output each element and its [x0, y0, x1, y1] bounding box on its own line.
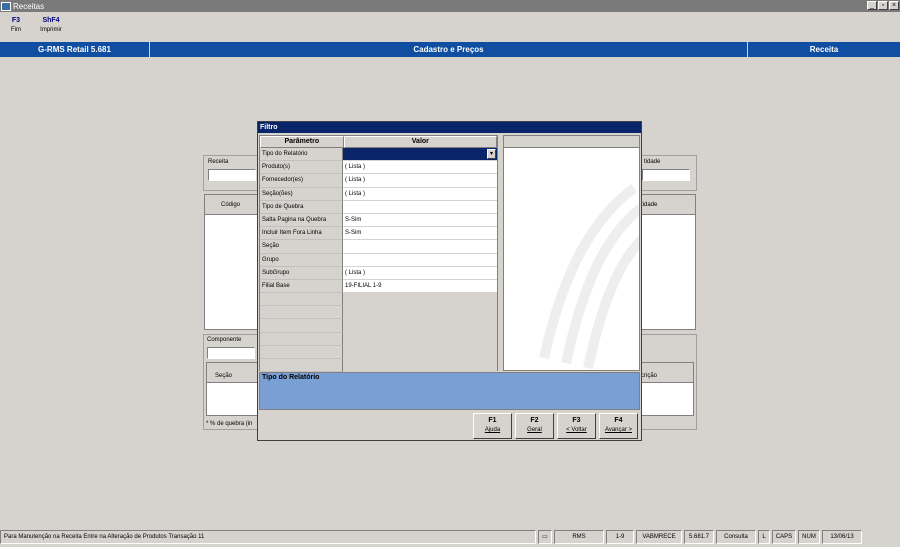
filtro-dialog: Filtro Parâmetro Valor Tipo do Relatório…: [257, 121, 642, 441]
status-caps: CAPS: [772, 530, 796, 544]
parameter-row[interactable]: [260, 345, 497, 359]
voltar-button[interactable]: F3 < Voltar: [557, 413, 596, 439]
receita-label: Receita: [208, 159, 229, 165]
ajuda-button[interactable]: F1 Ajuda: [473, 413, 512, 439]
parameter-table-header: Parâmetro Valor: [260, 136, 497, 148]
parameter-row[interactable]: [260, 293, 497, 307]
parameter-name: Incluir Item Fora Linha: [260, 227, 343, 241]
parameter-name: [260, 293, 343, 307]
geral-button[interactable]: F2 Geral: [515, 413, 554, 439]
parameter-row[interactable]: [260, 359, 497, 373]
parameter-value[interactable]: ( Lista ): [343, 266, 497, 280]
parameter-row[interactable]: Filial Base 19-FILIAL 1-9: [260, 279, 497, 294]
status-system: RMS: [554, 530, 604, 544]
parameter-value[interactable]: [343, 293, 497, 307]
parameter-row[interactable]: Grupo: [260, 253, 497, 267]
parameter-name: Grupo: [260, 253, 343, 267]
screen-name: Receita: [748, 42, 900, 57]
status-l: L: [758, 530, 770, 544]
parameter-value[interactable]: [343, 200, 497, 214]
toolbar: F3 Fim ShF4 Imprimir: [0, 13, 70, 41]
parameter-row[interactable]: Tipo do Relatório ▾: [260, 148, 497, 162]
parameter-name: Salta Pagina na Quebra: [260, 213, 343, 228]
parameter-row[interactable]: Tipo de Quebra: [260, 200, 497, 214]
parameter-table: Parâmetro Valor Tipo do Relatório ▾ Produt…: [259, 135, 498, 373]
description-panel: Tipo do Relatório: [259, 372, 640, 410]
col-parametro: Parâmetro: [260, 136, 344, 148]
quantidade-input[interactable]: [642, 169, 690, 181]
parameter-name: Tipo de Quebra: [260, 200, 343, 214]
componente-input[interactable]: [207, 347, 255, 359]
close-icon[interactable]: ×: [889, 1, 899, 10]
window-titlebar: Receitas _ ▫ ×: [0, 0, 900, 12]
parameter-row[interactable]: [260, 306, 497, 320]
parameter-name: Tipo do Relatório: [260, 148, 343, 162]
parameter-name: [260, 306, 343, 320]
parameter-row[interactable]: [260, 332, 497, 346]
componente-label: Componente: [207, 337, 242, 343]
quantidade-label: tidade: [644, 159, 661, 165]
parameter-name: [260, 345, 343, 359]
parameter-value[interactable]: S-Sim: [343, 213, 497, 228]
module-name: Cadastro e Preços: [150, 42, 748, 57]
parameter-row[interactable]: Produto(s)( Lista ): [260, 161, 497, 175]
dropdown-arrow-icon[interactable]: ▾: [487, 149, 496, 159]
parameter-value[interactable]: [343, 359, 497, 373]
parameter-name: [260, 319, 343, 333]
parameter-row[interactable]: Seção: [260, 240, 497, 254]
parameter-name: [260, 359, 343, 373]
parameter-row[interactable]: SubGrupo( Lista ): [260, 266, 497, 280]
parameter-name: Fornecedor(es): [260, 174, 343, 188]
clipboard-icon: ▭: [538, 530, 552, 544]
dialog-buttons: F1 Ajuda F2 Geral F3 < Voltar F4 Avançar…: [473, 413, 638, 439]
app-icon: [1, 1, 11, 11]
parameter-value[interactable]: ( Lista ): [343, 174, 497, 188]
parameter-row[interactable]: Salta Pagina na Quebra S-Sim: [260, 213, 497, 228]
parameter-value[interactable]: [343, 332, 497, 346]
status-date: 13/06/13: [822, 530, 862, 544]
parameter-value[interactable]: ( Lista ): [343, 161, 497, 175]
parameter-name: [260, 332, 343, 346]
dialog-title: Filtro: [258, 122, 641, 133]
parameter-value[interactable]: [343, 240, 497, 254]
avancar-button[interactable]: F4 Avançar >: [599, 413, 638, 439]
header-bar: G-RMS Retail 5.681 Cadastro e Preços Rec…: [0, 42, 900, 57]
report-preview: [503, 135, 640, 371]
parameter-name: SubGrupo: [260, 266, 343, 280]
parameter-row[interactable]: Fornecedor(es)( Lista ): [260, 174, 497, 188]
window-title: Receitas: [13, 1, 45, 11]
parameter-name: Seção(ões): [260, 187, 343, 201]
parameter-value[interactable]: ▾: [343, 148, 497, 162]
fim-button[interactable]: F3 Fim: [0, 13, 32, 41]
parameter-row[interactable]: Seção(ões)( Lista ): [260, 187, 497, 201]
parameter-value[interactable]: [343, 345, 497, 359]
app-name: G-RMS Retail 5.681: [0, 42, 150, 57]
status-num: NUM: [798, 530, 820, 544]
statusbar: Para Manutenção na Receita Entre na Alte…: [0, 529, 900, 545]
status-mode: Consulta: [716, 530, 756, 544]
minimize-icon[interactable]: _: [867, 1, 877, 10]
status-message: Para Manutenção na Receita Entre na Alte…: [0, 530, 536, 544]
parameter-value[interactable]: [343, 306, 497, 320]
parameter-value[interactable]: ( Lista ): [343, 187, 497, 201]
parameter-value[interactable]: S-Sim: [343, 227, 497, 241]
restore-icon[interactable]: ▫: [878, 1, 888, 10]
status-program: VABMRECE: [636, 530, 682, 544]
parameter-row[interactable]: Incluir Item Fora Linha S-Sim: [260, 227, 497, 241]
col-valor: Valor: [343, 136, 497, 148]
watermark-logo: [539, 184, 639, 370]
parameter-name: Seção: [260, 240, 343, 254]
imprimir-button[interactable]: ShF4 Imprimir: [32, 13, 70, 41]
parameter-name: Produto(s): [260, 161, 343, 175]
quebra-note: * % de quebra (in: [206, 421, 253, 427]
description-title: Tipo do Relatório: [262, 374, 320, 381]
status-version: 5.681.7: [684, 530, 714, 544]
parameter-value[interactable]: [343, 253, 497, 267]
parameter-row[interactable]: [260, 319, 497, 333]
receita-input[interactable]: [208, 169, 256, 181]
parameter-name: Filial Base: [260, 279, 343, 294]
parameter-value[interactable]: [343, 319, 497, 333]
status-range: 1-9: [606, 530, 634, 544]
parameter-value[interactable]: 19-FILIAL 1-9: [343, 279, 497, 294]
